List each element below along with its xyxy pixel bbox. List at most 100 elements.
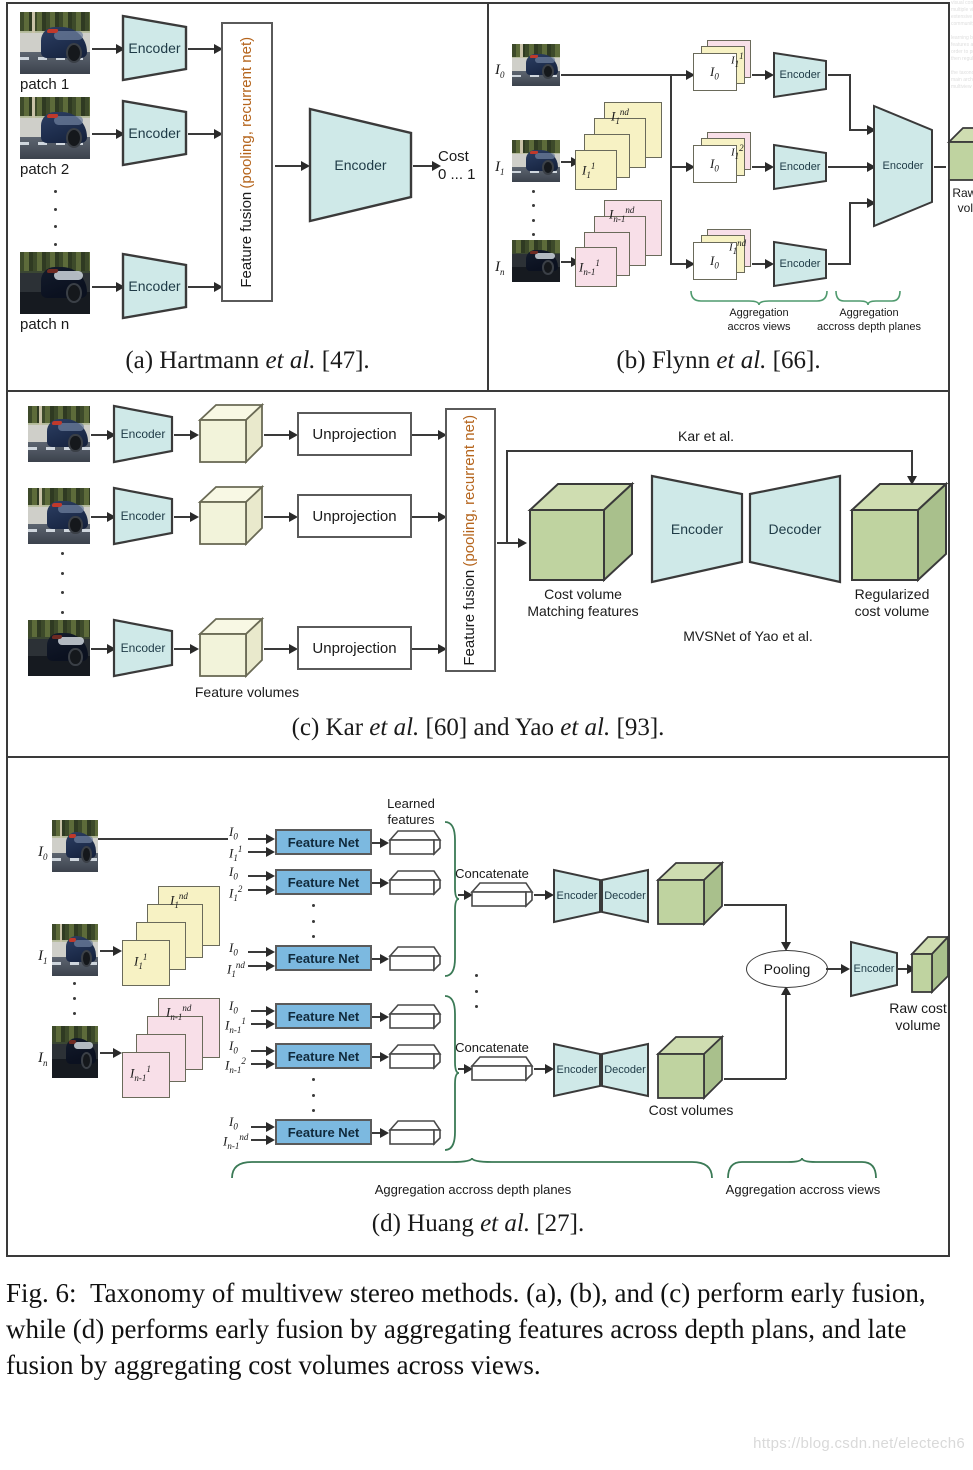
bracket2-line1: Aggregation	[839, 307, 899, 319]
d-cv1-to-pool-v	[785, 904, 787, 946]
bracket-views-d	[726, 1157, 878, 1180]
final-encoder: Encoder	[308, 107, 413, 223]
concatenate-bar-1	[470, 880, 534, 910]
concat-3-front-label: I0	[710, 253, 719, 271]
arrow-patch1-encoder	[92, 48, 118, 50]
panel-b-input-1-label: I1	[495, 159, 505, 177]
panel-c: Encoder Unprojection Encoder Unprojectio…	[8, 392, 949, 756]
skip-label: Kar et al.	[677, 428, 735, 444]
merge-mid-h	[828, 166, 872, 168]
panel-b-photo-0	[512, 44, 560, 86]
d-cv2-to-pool-v	[785, 994, 787, 1079]
concat-3-mid-label: I1nd	[729, 238, 747, 256]
panel-c-mid-encoder: Encoder	[648, 474, 746, 584]
panel-d-input-n-label: In	[38, 1050, 48, 1068]
bracket-views-caption-d: Aggregation accross views	[725, 1182, 881, 1197]
unprojection-1: Unprojection	[297, 412, 412, 456]
panel-c-cost-volume-caption: Cost volume Matching features	[508, 586, 658, 620]
regularized-line1: Regularized	[854, 586, 930, 602]
panel-d-subcaption: (d) Huang et al. [27].	[8, 1210, 948, 1238]
bracket-aggregation-depth	[834, 290, 902, 306]
panel-d-encoder-2: Encoder	[551, 1042, 603, 1098]
panel-c-subcap-italic2: et al.	[560, 714, 611, 741]
panel-d-subcap-suffix: [27].	[530, 1210, 585, 1237]
panel-d-photo-n	[52, 1026, 98, 1078]
bracket-views-caption: Aggregation accros views	[694, 307, 824, 335]
panel-b: I0 I1 In I1nd I11 In-1nd In-11 I0 I11 I0…	[489, 4, 973, 390]
concat-1-front-label: I0	[710, 64, 719, 82]
arrowhead-skip	[907, 476, 917, 485]
skip-top	[506, 450, 912, 452]
merge-bot-v	[849, 202, 851, 263]
panel-d-cost-volume-2	[654, 1034, 726, 1102]
watermark: https://blog.csdn.net/electech6	[753, 1435, 965, 1452]
ah-d-g1r2b	[266, 885, 275, 895]
panel-b-ellipsis	[531, 190, 535, 236]
panel-c-mid-decoder: Decoder	[746, 474, 844, 584]
encoder-1: Encoder	[121, 14, 188, 82]
unprojection-2: Unprojection	[297, 494, 412, 538]
cost-volume-line1: Cost volume	[544, 586, 622, 602]
panel-d-i0-bus	[98, 838, 228, 840]
bus-v	[670, 74, 672, 264]
feature-net-g2-1: Feature Net	[275, 1003, 372, 1029]
panel-c-regularized-cost-volume	[846, 480, 958, 584]
merge-bot-h	[828, 263, 851, 265]
panel-c-encoder-1: Encoder	[112, 404, 174, 464]
ah-d-g1r3t	[266, 947, 275, 957]
panel-c-ellipsis	[60, 552, 64, 614]
figure-caption-label: Fig. 6:	[6, 1278, 77, 1308]
d-g1-r1-bot: I11	[229, 844, 243, 863]
bracket1-line1: Aggregation	[729, 307, 789, 319]
merge-top-h	[828, 74, 851, 76]
patch-2-label: patch 2	[20, 161, 70, 178]
panel-c-encoder-2: Encoder	[112, 486, 174, 546]
bracket1-line2: accros views	[727, 320, 791, 333]
concat-2-front-label: I0	[710, 156, 719, 174]
panel-c-subcap-suffix: [93].	[610, 714, 665, 741]
panel-d: I0 I1 In I1nd I11 In-1nd In-11 I0 I11 Fe…	[8, 758, 951, 1258]
d-g1-r1-top: I0	[229, 824, 238, 842]
d-cv2-to-pool-h	[724, 1078, 786, 1080]
bracket2-line2: accross depth planes	[817, 320, 921, 333]
learned-feature-g2-1	[388, 1002, 442, 1032]
panel-c-photo-n	[28, 620, 90, 676]
unprojection-n: Unprojection	[297, 626, 412, 670]
feature-volumes-caption: Feature volumes	[194, 684, 300, 700]
ah-d-g1r2t	[266, 871, 275, 881]
arrow-patchn-encoder	[92, 286, 118, 288]
panel-d-raw-line1: Raw cost	[889, 1000, 947, 1016]
feature-net-g2-3: Feature Net	[275, 1119, 372, 1145]
learned-feature-g1-1	[388, 828, 442, 858]
d-g2-r1-top: I0	[229, 998, 238, 1016]
d-g1-r3-top: I0	[229, 940, 238, 958]
panel-a-subcap-prefix: (a) Hartmann	[125, 347, 266, 374]
panel-d-photo-0	[52, 820, 98, 872]
learned-feature-g2-2	[388, 1042, 442, 1072]
ah-d-g1r3b	[266, 961, 275, 971]
panel-b-photo-1	[512, 140, 560, 182]
panel-b-subcap-suffix: [66].	[766, 347, 821, 374]
feature-net-g1-1: Feature Net	[275, 829, 372, 855]
plane-stack-yellow-front-label: I11	[582, 161, 596, 180]
panel-b-encoder-2: Encoder	[772, 143, 828, 191]
plane-stack-yellow-top-label: I1nd	[611, 107, 629, 126]
panel-c-encoder-n: Encoder	[112, 618, 174, 678]
arrow-patch2-encoder	[92, 133, 118, 135]
panel-b-input-n-label: In	[495, 259, 505, 277]
bracket-depth-caption: Aggregation accross depth planes	[817, 307, 921, 335]
pooling-node: Pooling	[746, 950, 828, 988]
plane-stack-pink-top-label: In-1nd	[609, 205, 635, 224]
feature-net-g2-2: Feature Net	[275, 1043, 372, 1069]
panel-d-plane-yellow-front-label: I11	[134, 952, 148, 971]
figure-caption: Fig. 6: Taxonomy of multivew stereo meth…	[6, 1276, 966, 1384]
bus-h-i0	[561, 74, 671, 76]
learned-feature-g1-2	[388, 868, 442, 898]
panel-d-input-1-label: I1	[38, 948, 48, 966]
bracket-depth-caption-d: Aggregation accross depth planes	[374, 1182, 572, 1197]
panel-d-encoder-1: Encoder	[551, 868, 603, 924]
page-edge-sliver: visual correspondences and reconstructio…	[951, 0, 973, 90]
panel-c-subcaption: (c) Kar et al. [60] and Yao et al. [93].	[8, 714, 948, 742]
panel-b-encoder-3: Encoder	[772, 240, 828, 288]
cost-label: Cost	[438, 148, 469, 165]
